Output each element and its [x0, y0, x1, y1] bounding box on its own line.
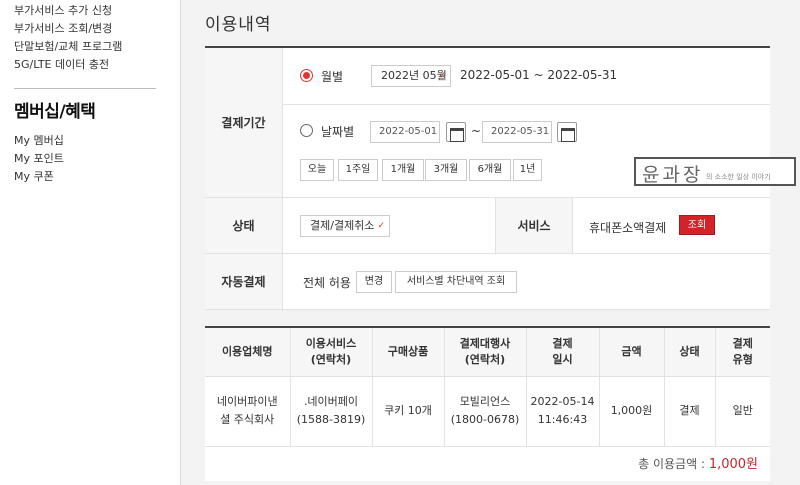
sidebar-item-insurance[interactable]: 단말보험/교체 프로그램 [14, 38, 180, 56]
daily-label: 날짜별 [321, 125, 355, 139]
table-header-cell: 금액 [599, 328, 665, 377]
quick-1year-button[interactable]: 1년 [513, 159, 542, 181]
service-label: 서비스 [495, 198, 573, 253]
quick-today-button[interactable]: 오늘 [300, 159, 334, 181]
page-title: 이용내역 [205, 15, 272, 35]
sidebar-item-addon-view[interactable]: 부가서비스 조회/변경 [14, 20, 180, 38]
status-label: 상태 [205, 198, 283, 253]
month-select-value: 2022년 05월 [381, 69, 447, 82]
table-cell: 네이버파이낸 셜 주식회사 [205, 376, 291, 447]
autopay-label: 자동결제 [205, 254, 283, 309]
quick-1week-button[interactable]: 1주일 [338, 159, 378, 181]
monthly-radio[interactable] [300, 69, 313, 82]
sidebar-bottom-menu: My 멤버십 My 포인트 My 쿠폰 [14, 132, 64, 186]
sidebar-item-addon-apply[interactable]: 부가서비스 추가 신청 [14, 2, 180, 20]
sidebar-top-menu: 부가서비스 추가 신청 부가서비스 조회/변경 단말보험/교체 프로그램 5G/… [0, 0, 180, 74]
table-header-cell: 결제 유형 [715, 328, 770, 377]
sidebar-section-title: 멤버십/혜택 [14, 102, 96, 122]
watermark-title: 윤과장 [642, 164, 704, 186]
sidebar-item-points[interactable]: My 포인트 [14, 150, 64, 168]
table-header-cell: 이용서비스 (연락처) [290, 328, 373, 377]
sidebar-divider [14, 88, 156, 89]
daily-radio[interactable] [300, 124, 313, 137]
usage-table: 이용업체명 이용서비스 (연락처) 구매상품 결제대행사 (연락처) 결제 일시 금액 상태… [205, 328, 770, 447]
monthly-label: 월별 [321, 70, 344, 84]
quick-1month-button[interactable]: 1개월 [382, 159, 424, 181]
blocked-services-button[interactable]: 서비스별 차단내역 조회 [395, 271, 517, 293]
chevron-down-icon: ✓ [438, 71, 446, 81]
watermark-subtitle: 의 소소한 일상 이야기 [706, 173, 771, 181]
sidebar-item-coupons[interactable]: My 쿠폰 [14, 168, 64, 186]
month-select[interactable]: 2022년 05월 ✓ [371, 65, 451, 87]
table-header-cell: 결제대행사 (연락처) [444, 328, 527, 377]
sidebar-item-data-charge[interactable]: 5G/LTE 데이터 충전 [14, 56, 180, 74]
table-cell: 모빌리언스 (1800-0678) [444, 376, 527, 447]
total-row: 총 이용금액 : 1,000원 [205, 447, 770, 481]
table-header-cell: 구매상품 [372, 328, 445, 377]
quick-6month-button[interactable]: 6개월 [469, 159, 511, 181]
start-date-input[interactable]: 2022-05-01 [370, 121, 440, 143]
main-panel: 이용내역 결제기간 월별 2022년 05월 ✓ 2022-05-01 ~ 20… [180, 0, 800, 485]
date-separator: ~ [471, 124, 482, 138]
month-range-text: 2022-05-01 ~ 2022-05-31 [460, 68, 618, 82]
monthly-subrow: 월별 2022년 05월 ✓ 2022-05-01 ~ 2022-05-31 [283, 48, 770, 105]
table-cell: 결제 [664, 376, 716, 447]
chevron-down-icon: ✓ [377, 221, 385, 231]
total-label: 총 이용금액 : [638, 456, 705, 471]
blog-watermark: 윤과장 의 소소한 일상 이야기 [634, 157, 796, 186]
table-header-cell: 결제 일시 [526, 328, 600, 377]
table-header-row: 이용업체명 이용서비스 (연락처) 구매상품 결제대행사 (연락처) 결제 일시 금액 상태… [205, 328, 770, 377]
end-date-input[interactable]: 2022-05-31 [482, 121, 552, 143]
service-value: 휴대폰소액결제 [589, 221, 667, 235]
change-button[interactable]: 변경 [356, 271, 392, 293]
table-cell: 일반 [715, 376, 770, 447]
sidebar: 부가서비스 추가 신청 부가서비스 조회/변경 단말보험/교체 프로그램 5G/… [0, 0, 180, 485]
autopay-value: 전체 허용 [303, 276, 351, 290]
table-header-cell: 이용업체명 [205, 328, 291, 377]
table-cell: 2022-05-14 11:46:43 [526, 376, 600, 447]
usage-table-container: 이용업체명 이용서비스 (연락처) 구매상품 결제대행사 (연락처) 결제 일시 금액 상태… [205, 326, 770, 481]
query-button[interactable]: 조회 [679, 215, 715, 235]
status-select[interactable]: 결제/결제취소 ✓ [300, 215, 390, 237]
table-cell: 1,000원 [599, 376, 665, 447]
calendar-icon[interactable] [557, 122, 577, 142]
status-row: 상태 결제/결제취소 ✓ 서비스 휴대폰소액결제 조회 [205, 198, 770, 254]
table-cell: .네이버페이 (1588-3819) [290, 376, 373, 447]
status-select-value: 결제/결제취소 [310, 219, 375, 232]
period-label: 결제기간 [205, 48, 283, 197]
table-cell: 쿠키 10개 [372, 376, 445, 447]
total-amount: 1,000원 [708, 456, 758, 472]
autopay-row: 자동결제 전체 허용 변경 서비스별 차단내역 조회 [205, 254, 770, 310]
quick-3month-button[interactable]: 3개월 [425, 159, 467, 181]
table-row: 네이버파이낸 셜 주식회사 .네이버페이 (1588-3819) 쿠키 10개 모빌리… [205, 376, 770, 447]
sidebar-item-membership[interactable]: My 멤버십 [14, 132, 64, 150]
calendar-icon[interactable] [446, 122, 466, 142]
table-header-cell: 상태 [664, 328, 716, 377]
